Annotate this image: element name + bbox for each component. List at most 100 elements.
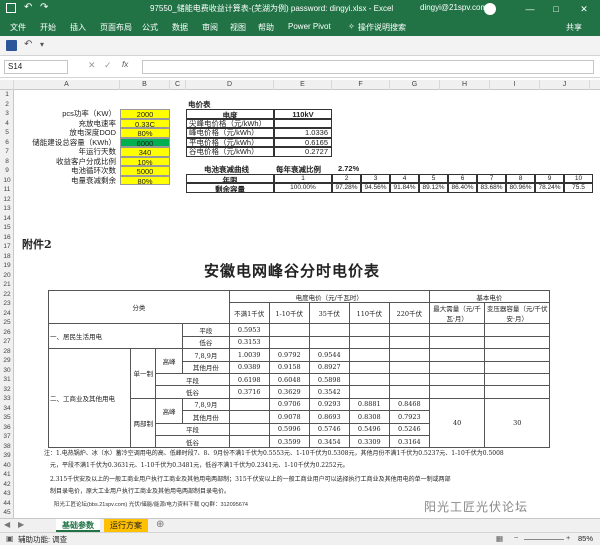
price-table-col1[interactable]: 电度 [186,109,274,119]
row-header[interactable]: 42 [0,480,14,490]
decay-capacity[interactable]: 100.00% [274,183,332,193]
price-value[interactable] [274,118,332,128]
row-header[interactable]: 30 [0,366,14,376]
close-button[interactable]: ✕ [574,1,594,17]
add-sheet-icon[interactable]: ⊕ [156,519,164,530]
formula-input[interactable] [142,60,594,74]
row-header[interactable]: 16 [0,233,14,243]
zoom-slider[interactable] [524,539,564,540]
tab-power-pivot[interactable]: Power Pivot [288,22,331,31]
decay-capacity[interactable]: 86.40% [448,183,477,193]
row-header[interactable]: 7 [0,147,14,157]
row-header[interactable]: 38 [0,442,14,452]
price-label[interactable]: 谷电价格（元/kWh） [186,147,274,157]
row-header[interactable]: 15 [0,223,14,233]
decay-rate-value[interactable]: 2.72% [338,164,359,173]
param-value[interactable]: 5000 [120,166,170,176]
scroll-left-icon[interactable]: ◀ [4,520,10,529]
price-label[interactable]: 峰电价格（元/kWh） [186,128,274,138]
zoom-out-icon[interactable]: − [514,533,518,542]
undo-icon[interactable]: ↶ [24,39,32,50]
param-label[interactable]: 年运行天数 [14,147,120,157]
row-header[interactable]: 41 [0,470,14,480]
decay-year[interactable]: 1 [274,173,332,183]
column-header[interactable]: B [120,80,170,90]
price-label[interactable]: 平电价格（元/kWh） [186,137,274,147]
decay-capacity[interactable]: 80.96% [506,183,535,193]
tab-data[interactable]: 数据 [172,22,188,33]
decay-year[interactable]: 4 [390,173,419,183]
param-label[interactable]: 电量衰减剩余 [14,176,120,186]
maximize-button[interactable]: □ [546,1,566,17]
row-header[interactable]: 26 [0,328,14,338]
disk-save-icon[interactable] [6,40,17,51]
column-header[interactable]: I [490,80,540,90]
param-value[interactable]: 10% [120,156,170,166]
row-header[interactable]: 19 [0,261,14,271]
decay-year[interactable]: 7 [477,173,506,183]
row-header[interactable]: 4 [0,119,14,129]
decay-year[interactable]: 5 [419,173,448,183]
sheet-tab-basic-params[interactable]: 基础参数 [56,519,100,532]
decay-capacity-label[interactable]: 剩余容量 [186,183,274,193]
row-header[interactable]: 40 [0,461,14,471]
tab-page-layout[interactable]: 页面布局 [100,22,132,33]
row-header[interactable]: 25 [0,318,14,328]
param-value[interactable]: 2000 [120,109,170,119]
column-header[interactable]: G [390,80,440,90]
share-button[interactable]: 共享 [566,22,582,33]
param-label[interactable]: 充放电速率 [14,119,120,129]
user-account[interactable]: dingyi@21spv.com [420,3,487,12]
row-header[interactable]: 8 [0,157,14,167]
row-header[interactable]: 5 [0,128,14,138]
column-header[interactable]: H [440,80,490,90]
param-value[interactable]: 6000 [120,137,170,147]
row-header[interactable]: 27 [0,337,14,347]
param-label[interactable]: 收益客户分成比例 [14,157,120,167]
tell-me-search[interactable]: 操作说明搜索 [358,22,406,33]
row-header[interactable]: 22 [0,290,14,300]
row-header[interactable]: 44 [0,499,14,509]
decay-year[interactable]: 9 [535,173,564,183]
scroll-right-icon[interactable]: ▶ [18,520,24,529]
row-header[interactable]: 10 [0,176,14,186]
avatar[interactable] [484,3,496,15]
view-normal-icon[interactable]: ▦ [496,534,503,543]
chevron-down-icon[interactable]: ▾ [40,40,44,49]
column-header[interactable]: D [186,80,274,90]
row-header[interactable]: 28 [0,347,14,357]
decay-year-label[interactable]: 年限 [186,173,274,183]
row-header[interactable]: 23 [0,299,14,309]
decay-capacity[interactable]: 97.28% [332,183,361,193]
redo-icon[interactable]: ↷ [40,2,48,13]
row-header[interactable]: 21 [0,280,14,290]
tab-formulas[interactable]: 公式 [142,22,158,33]
row-header[interactable]: 31 [0,375,14,385]
decay-year[interactable]: 10 [564,173,593,183]
row-header[interactable]: 35 [0,413,14,423]
param-label[interactable]: pcs功率（KW） [14,109,120,119]
param-label[interactable]: 电池循环次数 [14,166,120,176]
column-header[interactable]: A [14,80,120,90]
row-header[interactable]: 9 [0,166,14,176]
tab-view[interactable]: 视图 [230,22,246,33]
price-label[interactable]: 尖峰电价格（元/kWh） [186,118,274,128]
decay-year[interactable]: 8 [506,173,535,183]
enter-icon[interactable]: ✓ [104,60,112,71]
save-icon[interactable] [6,3,16,13]
decay-year[interactable]: 3 [361,173,390,183]
tab-review[interactable]: 审阅 [202,22,218,33]
tab-insert[interactable]: 插入 [70,22,86,33]
column-header[interactable]: C [170,80,186,90]
row-header[interactable]: 2 [0,100,14,110]
param-label[interactable]: 放电深度DOD [14,128,120,138]
row-header[interactable]: 34 [0,404,14,414]
insert-function-icon[interactable]: fx [122,60,128,69]
row-header[interactable]: 1 [0,90,14,100]
decay-year[interactable]: 6 [448,173,477,183]
decay-capacity[interactable]: 91.84% [390,183,419,193]
row-header[interactable]: 29 [0,356,14,366]
row-header[interactable]: 13 [0,204,14,214]
decay-year[interactable]: 2 [332,173,361,183]
row-header[interactable]: 12 [0,195,14,205]
